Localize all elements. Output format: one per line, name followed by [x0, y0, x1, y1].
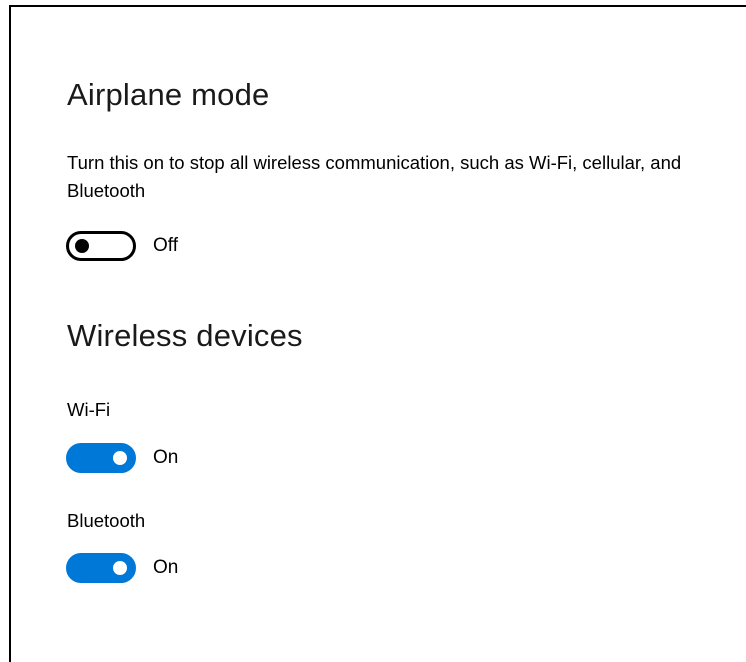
airplane-mode-toggle-row[interactable]: Off	[66, 231, 178, 261]
airplane-mode-description: Turn this on to stop all wireless commun…	[67, 152, 682, 201]
airplane-mode-heading: Airplane mode	[67, 77, 270, 112]
bluetooth-state-label: On	[153, 557, 179, 578]
bluetooth-label: Bluetooth	[67, 510, 146, 531]
toggle-knob	[113, 451, 127, 465]
airplane-mode-state-label: Off	[153, 235, 178, 256]
bluetooth-toggle-row[interactable]: On	[66, 553, 178, 583]
bluetooth-toggle[interactable]	[66, 553, 136, 583]
wireless-devices-heading: Wireless devices	[67, 318, 303, 353]
toggle-knob	[75, 239, 89, 253]
wifi-state-label: On	[153, 447, 179, 468]
wifi-toggle-row[interactable]: On	[66, 443, 178, 473]
airplane-mode-toggle[interactable]	[66, 231, 136, 261]
toggle-knob	[113, 561, 127, 575]
wifi-label: Wi-Fi	[67, 399, 111, 420]
wifi-toggle[interactable]	[66, 443, 136, 473]
settings-panel: Airplane mode Turn this on to stop all w…	[9, 5, 746, 662]
